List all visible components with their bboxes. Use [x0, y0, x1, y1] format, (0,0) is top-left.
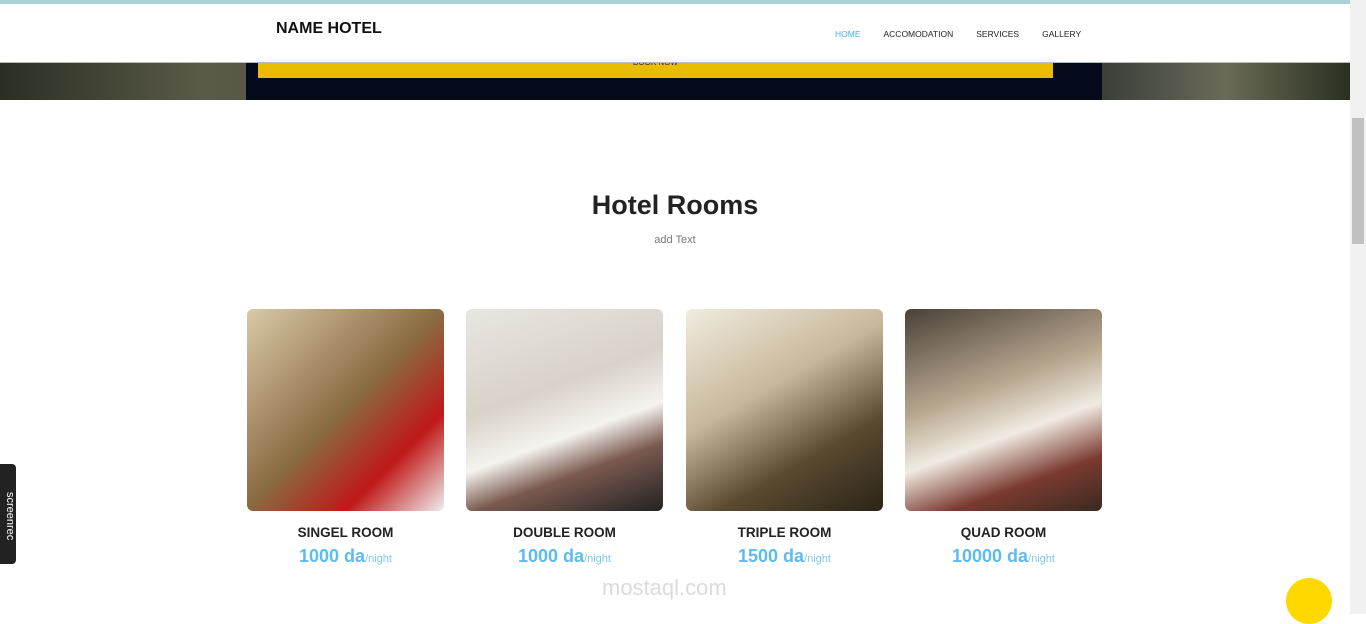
room-name: TRIPLE ROOM — [737, 525, 832, 540]
room-name: SINGEL ROOM — [297, 525, 394, 540]
room-card[interactable]: SINGEL ROOM 1000 da/night — [247, 309, 444, 567]
nav-home[interactable]: HOME — [835, 29, 861, 39]
nav-accomodation[interactable]: ACCOMODATION — [884, 29, 954, 39]
room-name: QUAD ROOM — [960, 525, 1047, 540]
logo[interactable]: NAME HOTEL — [276, 20, 382, 38]
nav-services[interactable]: SERVICES — [976, 29, 1019, 39]
scrollbar-thumb[interactable] — [1352, 118, 1364, 244]
room-image — [905, 309, 1102, 511]
section-subtitle: add Text — [654, 234, 696, 246]
section-title: Hotel Rooms — [591, 190, 759, 220]
navbar: NAME HOTEL HOME ACCOMODATION SERVICES GA… — [0, 4, 1350, 63]
nav-gallery[interactable]: GALLERY — [1042, 29, 1081, 39]
room-price: 1000 da/night — [299, 546, 392, 566]
book-now-button[interactable]: BOOK NOW — [258, 63, 1053, 78]
room-image — [466, 309, 663, 511]
watermark: mostaql.com — [602, 575, 727, 600]
room-card[interactable]: QUAD ROOM 10000 da/night — [905, 309, 1102, 567]
room-card[interactable]: TRIPLE ROOM 1500 da/night — [686, 309, 883, 567]
room-price: 1000 da/night — [518, 546, 611, 566]
room-price: 10000 da/night — [952, 546, 1055, 566]
screenrec-badge: screenrec — [0, 464, 16, 564]
scrollbar[interactable] — [1350, 0, 1366, 614]
hero-image-right — [1102, 63, 1350, 100]
room-image — [686, 309, 883, 511]
chat-button[interactable] — [1286, 578, 1332, 624]
room-name: DOUBLE ROOM — [513, 525, 616, 540]
room-image — [247, 309, 444, 511]
room-card[interactable]: DOUBLE ROOM 1000 da/night — [466, 309, 663, 567]
room-price: 1500 da/night — [738, 546, 831, 566]
